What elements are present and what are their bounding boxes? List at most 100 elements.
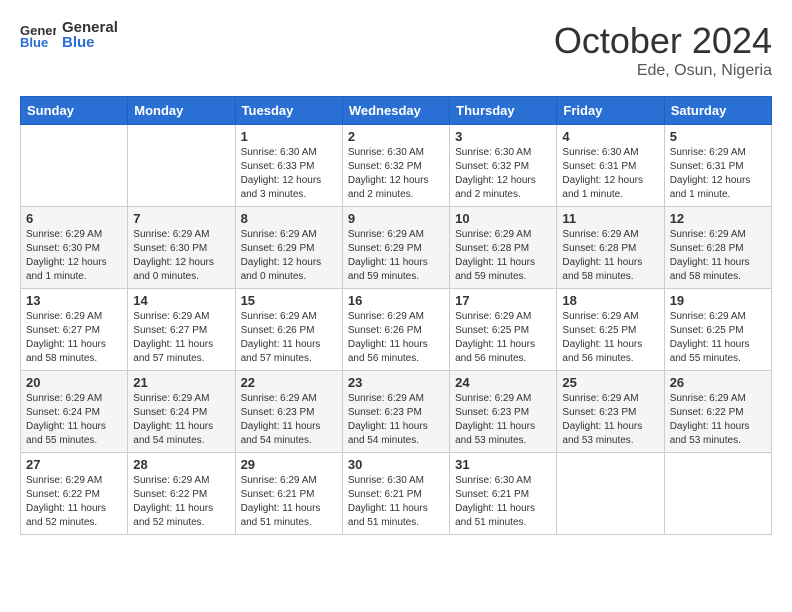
day-number: 25: [562, 375, 658, 390]
day-number: 12: [670, 211, 766, 226]
day-number: 17: [455, 293, 551, 308]
day-info: Sunrise: 6:29 AM Sunset: 6:21 PM Dayligh…: [241, 474, 337, 530]
calendar-week-4: 20 Sunrise: 6:29 AM Sunset: 6:24 PM Dayli…: [21, 371, 772, 453]
day-info: Sunrise: 6:29 AM Sunset: 6:30 PM Dayligh…: [133, 228, 229, 284]
day-number: 22: [241, 375, 337, 390]
calendar-table: SundayMondayTuesdayWednesdayThursdayFrid…: [20, 96, 772, 535]
logo-icon: General Blue: [20, 21, 56, 51]
header-day-thursday: Thursday: [450, 97, 557, 125]
day-number: 30: [348, 457, 444, 472]
day-number: 24: [455, 375, 551, 390]
calendar-cell: 23 Sunrise: 6:29 AM Sunset: 6:23 PM Dayli…: [342, 371, 449, 453]
day-number: 21: [133, 375, 229, 390]
day-number: 29: [241, 457, 337, 472]
calendar-cell: 9 Sunrise: 6:29 AM Sunset: 6:29 PM Daylig…: [342, 207, 449, 289]
calendar-cell: 14Sunrise: 6:29 AM Sunset: 6:27 PM Dayli…: [128, 289, 235, 371]
calendar-cell: 28 Sunrise: 6:29 AM Sunset: 6:22 PM Dayli…: [128, 453, 235, 535]
day-number: 1: [241, 129, 337, 144]
calendar-cell: 5 Sunrise: 6:29 AM Sunset: 6:31 PM Daylig…: [664, 125, 771, 207]
day-info: Sunrise: 6:29 AM Sunset: 6:28 PM Dayligh…: [562, 228, 658, 284]
day-info: Sunrise: 6:30 AM Sunset: 6:32 PM Dayligh…: [455, 146, 551, 202]
calendar-cell: 3 Sunrise: 6:30 AM Sunset: 6:32 PM Daylig…: [450, 125, 557, 207]
day-number: 20: [26, 375, 122, 390]
calendar-cell: 6Sunrise: 6:29 AM Sunset: 6:30 PM Daylig…: [21, 207, 128, 289]
calendar-cell: [21, 125, 128, 207]
calendar-cell: 2 Sunrise: 6:30 AM Sunset: 6:32 PM Daylig…: [342, 125, 449, 207]
calendar-cell: 18Sunrise: 6:29 AM Sunset: 6:25 PM Dayli…: [557, 289, 664, 371]
calendar-header-row: SundayMondayTuesdayWednesdayThursdayFrid…: [21, 97, 772, 125]
day-info: Sunrise: 6:29 AM Sunset: 6:24 PM Dayligh…: [26, 392, 122, 448]
day-info: Sunrise: 6:29 AM Sunset: 6:29 PM Dayligh…: [241, 228, 337, 284]
day-number: 27: [26, 457, 122, 472]
header-day-friday: Friday: [557, 97, 664, 125]
day-number: 2: [348, 129, 444, 144]
calendar-cell: 22 Sunrise: 6:29 AM Sunset: 6:23 PM Dayli…: [235, 371, 342, 453]
day-number: 3: [455, 129, 551, 144]
calendar-cell: 7 Sunrise: 6:29 AM Sunset: 6:30 PM Daylig…: [128, 207, 235, 289]
day-number: 9: [348, 211, 444, 226]
calendar-cell: 12 Sunrise: 6:29 AM Sunset: 6:28 PM Dayli…: [664, 207, 771, 289]
location-title: Ede, Osun, Nigeria: [554, 62, 772, 80]
header-day-saturday: Saturday: [664, 97, 771, 125]
day-info: Sunrise: 6:29 AM Sunset: 6:22 PM Dayligh…: [670, 392, 766, 448]
calendar-week-2: 6Sunrise: 6:29 AM Sunset: 6:30 PM Daylig…: [21, 207, 772, 289]
calendar-cell: 25 Sunrise: 6:29 AM Sunset: 6:23 PM Dayli…: [557, 371, 664, 453]
day-number: 28: [133, 457, 229, 472]
calendar-cell: 20 Sunrise: 6:29 AM Sunset: 6:24 PM Dayli…: [21, 371, 128, 453]
calendar-cell: 24 Sunrise: 6:29 AM Sunset: 6:23 PM Dayli…: [450, 371, 557, 453]
day-number: 4: [562, 129, 658, 144]
day-info: Sunrise: 6:30 AM Sunset: 6:33 PM Dayligh…: [241, 146, 337, 202]
calendar-cell: 27 Sunrise: 6:29 AM Sunset: 6:22 PM Dayli…: [21, 453, 128, 535]
day-number: 5: [670, 129, 766, 144]
header-day-monday: Monday: [128, 97, 235, 125]
day-number: 31: [455, 457, 551, 472]
calendar-cell: 31Sunrise: 6:30 AM Sunset: 6:21 PM Dayli…: [450, 453, 557, 535]
calendar-cell: 16Sunrise: 6:29 AM Sunset: 6:26 PM Dayli…: [342, 289, 449, 371]
calendar-week-1: 1 Sunrise: 6:30 AM Sunset: 6:33 PM Daylig…: [21, 125, 772, 207]
day-info: Sunrise: 6:29 AM Sunset: 6:28 PM Dayligh…: [455, 228, 551, 284]
header-day-wednesday: Wednesday: [342, 97, 449, 125]
day-info: Sunrise: 6:30 AM Sunset: 6:32 PM Dayligh…: [348, 146, 444, 202]
title-block: October 2024 Ede, Osun, Nigeria: [554, 20, 772, 80]
day-info: Sunrise: 6:29 AM Sunset: 6:22 PM Dayligh…: [26, 474, 122, 530]
day-info: Sunrise: 6:29 AM Sunset: 6:27 PM Dayligh…: [133, 310, 229, 366]
calendar-cell: 19 Sunrise: 6:29 AM Sunset: 6:25 PM Dayli…: [664, 289, 771, 371]
day-number: 10: [455, 211, 551, 226]
day-info: Sunrise: 6:29 AM Sunset: 6:31 PM Dayligh…: [670, 146, 766, 202]
calendar-cell: 13 Sunrise: 6:29 AM Sunset: 6:27 PM Dayli…: [21, 289, 128, 371]
day-info: Sunrise: 6:29 AM Sunset: 6:25 PM Dayligh…: [455, 310, 551, 366]
calendar-cell: 8 Sunrise: 6:29 AM Sunset: 6:29 PM Daylig…: [235, 207, 342, 289]
day-number: 7: [133, 211, 229, 226]
day-number: 19: [670, 293, 766, 308]
day-info: Sunrise: 6:29 AM Sunset: 6:23 PM Dayligh…: [241, 392, 337, 448]
day-number: 13: [26, 293, 122, 308]
day-info: Sunrise: 6:29 AM Sunset: 6:29 PM Dayligh…: [348, 228, 444, 284]
day-info: Sunrise: 6:29 AM Sunset: 6:23 PM Dayligh…: [455, 392, 551, 448]
calendar-cell: 11Sunrise: 6:29 AM Sunset: 6:28 PM Dayli…: [557, 207, 664, 289]
day-info: Sunrise: 6:29 AM Sunset: 6:28 PM Dayligh…: [670, 228, 766, 284]
calendar-cell: 15 Sunrise: 6:29 AM Sunset: 6:26 PM Dayli…: [235, 289, 342, 371]
calendar-cell: 17 Sunrise: 6:29 AM Sunset: 6:25 PM Dayli…: [450, 289, 557, 371]
day-number: 23: [348, 375, 444, 390]
svg-text:Blue: Blue: [20, 35, 48, 50]
day-info: Sunrise: 6:29 AM Sunset: 6:22 PM Dayligh…: [133, 474, 229, 530]
day-number: 8: [241, 211, 337, 226]
day-number: 26: [670, 375, 766, 390]
calendar-cell: 26 Sunrise: 6:29 AM Sunset: 6:22 PM Dayli…: [664, 371, 771, 453]
day-info: Sunrise: 6:29 AM Sunset: 6:27 PM Dayligh…: [26, 310, 122, 366]
logo-blue: Blue: [62, 35, 118, 52]
day-info: Sunrise: 6:29 AM Sunset: 6:25 PM Dayligh…: [670, 310, 766, 366]
calendar-week-5: 27 Sunrise: 6:29 AM Sunset: 6:22 PM Dayli…: [21, 453, 772, 535]
header-day-sunday: Sunday: [21, 97, 128, 125]
day-info: Sunrise: 6:29 AM Sunset: 6:24 PM Dayligh…: [133, 392, 229, 448]
day-number: 15: [241, 293, 337, 308]
day-info: Sunrise: 6:29 AM Sunset: 6:23 PM Dayligh…: [348, 392, 444, 448]
header-day-tuesday: Tuesday: [235, 97, 342, 125]
day-info: Sunrise: 6:29 AM Sunset: 6:23 PM Dayligh…: [562, 392, 658, 448]
calendar-cell: [128, 125, 235, 207]
day-number: 18: [562, 293, 658, 308]
day-info: Sunrise: 6:30 AM Sunset: 6:31 PM Dayligh…: [562, 146, 658, 202]
day-info: Sunrise: 6:29 AM Sunset: 6:26 PM Dayligh…: [241, 310, 337, 366]
calendar-cell: 4 Sunrise: 6:30 AM Sunset: 6:31 PM Daylig…: [557, 125, 664, 207]
calendar-week-3: 13 Sunrise: 6:29 AM Sunset: 6:27 PM Dayli…: [21, 289, 772, 371]
